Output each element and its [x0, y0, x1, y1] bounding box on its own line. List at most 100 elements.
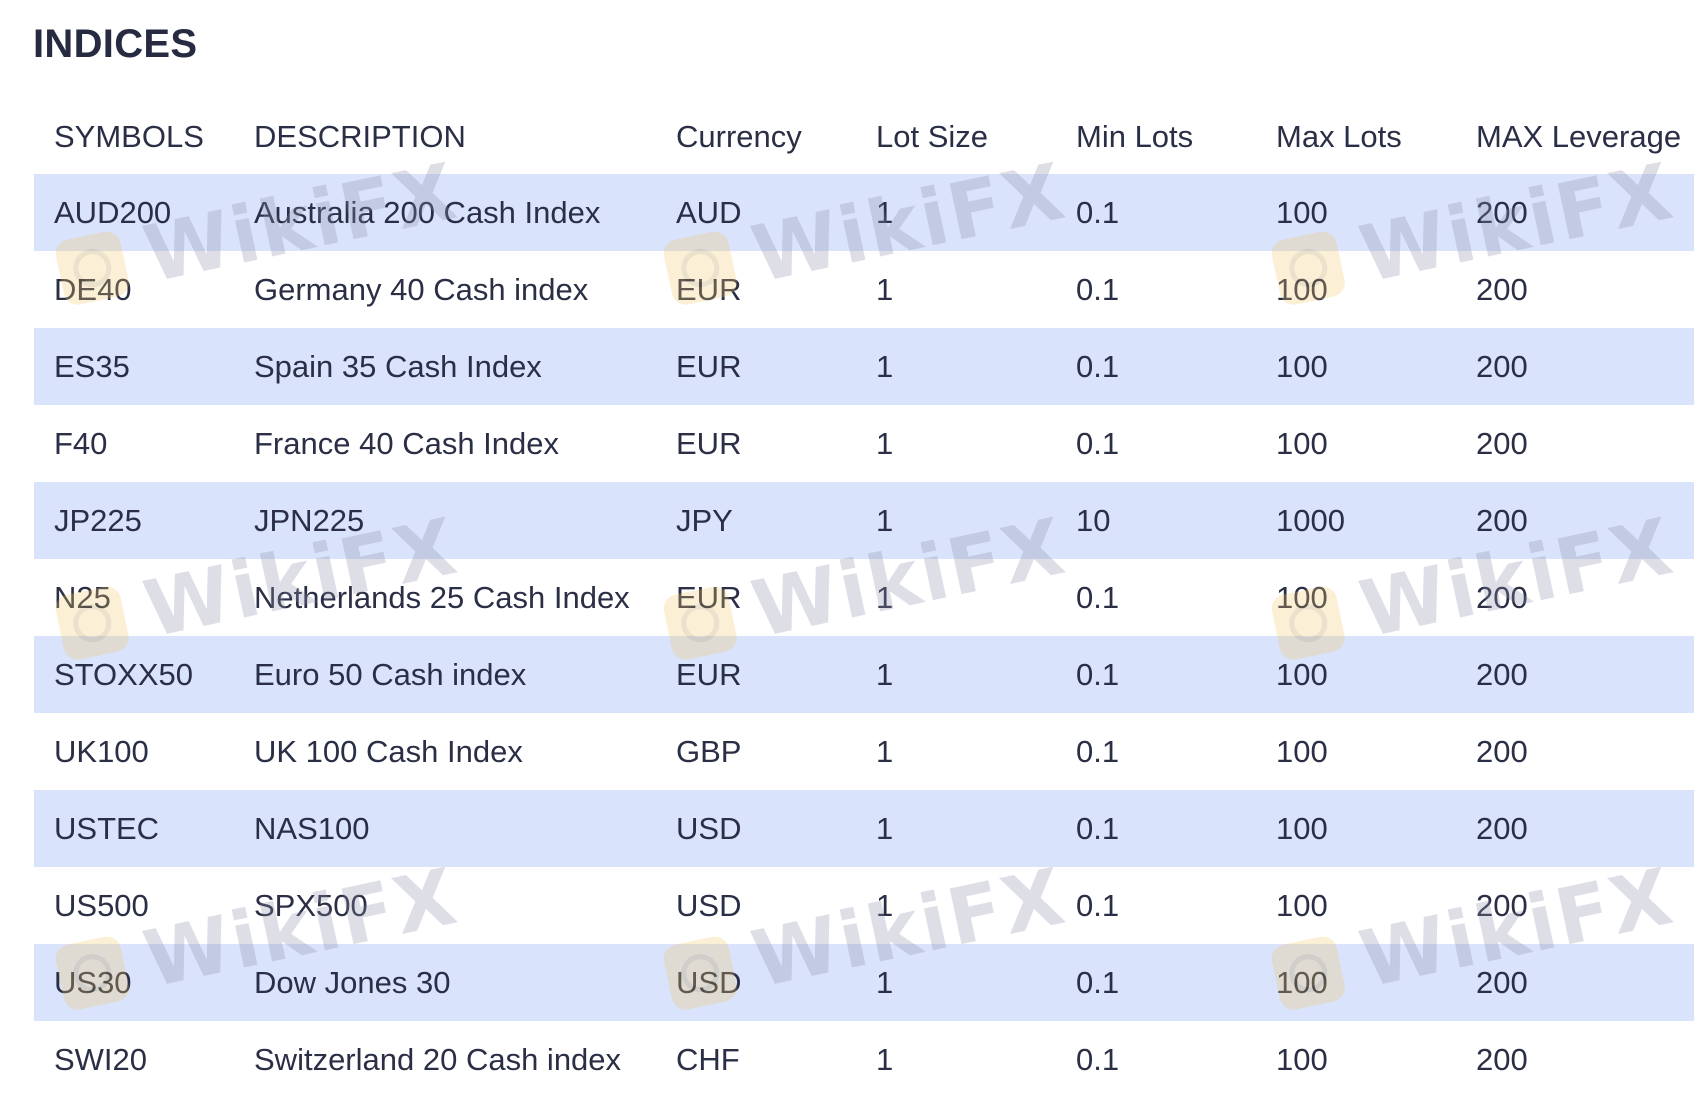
cell-min-lots: 0.1	[1076, 656, 1120, 692]
table-row: UK100 UK 100 Cash Index GBP 1 0.1 100 20…	[34, 713, 1694, 790]
cell-currency: USD	[676, 964, 742, 1000]
cell-description: SPX500	[254, 887, 368, 923]
cell-min-lots: 0.1	[1076, 425, 1120, 461]
cell-symbol: AUD200	[54, 194, 172, 230]
header-min-lots: Min Lots	[1076, 119, 1194, 154]
cell-min-lots: 0.1	[1076, 1041, 1120, 1077]
table-row: US500 SPX500 USD 1 0.1 100 200	[34, 867, 1694, 944]
cell-currency: USD	[676, 810, 742, 846]
cell-lot-size: 1	[876, 733, 894, 769]
cell-symbol: ES35	[54, 348, 130, 384]
cell-description: France 40 Cash Index	[254, 425, 560, 461]
table-row: US30 Dow Jones 30 USD 1 0.1 100 200	[34, 944, 1694, 1021]
cell-currency: AUD	[676, 194, 742, 230]
cell-max-lots: 100	[1276, 348, 1328, 384]
cell-symbol: US30	[54, 964, 132, 1000]
cell-symbol: USTEC	[54, 810, 160, 846]
cell-description: NAS100	[254, 810, 370, 846]
cell-max-lots: 100	[1276, 425, 1328, 461]
cell-max-leverage: 200	[1476, 887, 1528, 923]
indices-table: SYMBOLS DESCRIPTION Currency Lot Size Mi…	[34, 100, 1694, 1098]
cell-description: Euro 50 Cash index	[254, 656, 527, 692]
cell-currency: EUR	[676, 579, 742, 615]
table-row: SWI20 Switzerland 20 Cash index CHF 1 0.…	[34, 1021, 1694, 1098]
cell-min-lots: 0.1	[1076, 348, 1120, 384]
table-row: JP225 JPN225 JPY 1 10 1000 200	[34, 482, 1694, 559]
cell-currency: GBP	[676, 733, 742, 769]
table-row: USTEC NAS100 USD 1 0.1 100 200	[34, 790, 1694, 867]
cell-max-leverage: 200	[1476, 810, 1528, 846]
cell-currency: JPY	[676, 502, 733, 538]
table-row: F40 France 40 Cash Index EUR 1 0.1 100 2…	[34, 405, 1694, 482]
cell-symbol: SWI20	[54, 1041, 148, 1077]
header-description: DESCRIPTION	[254, 119, 466, 154]
cell-min-lots: 0.1	[1076, 194, 1120, 230]
cell-max-leverage: 200	[1476, 579, 1528, 615]
cell-description: Australia 200 Cash Index	[254, 194, 601, 230]
cell-currency: EUR	[676, 656, 742, 692]
cell-symbol: STOXX50	[54, 656, 194, 692]
cell-max-leverage: 200	[1476, 425, 1528, 461]
cell-symbol: US500	[54, 887, 149, 923]
cell-currency: EUR	[676, 271, 742, 307]
cell-description: UK 100 Cash Index	[254, 733, 523, 769]
table-header-row: SYMBOLS DESCRIPTION Currency Lot Size Mi…	[34, 100, 1694, 174]
cell-max-leverage: 200	[1476, 502, 1528, 538]
cell-description: Spain 35 Cash Index	[254, 348, 542, 384]
cell-max-lots: 100	[1276, 194, 1328, 230]
cell-currency: CHF	[676, 1041, 740, 1077]
cell-min-lots: 10	[1076, 502, 1111, 538]
cell-min-lots: 0.1	[1076, 964, 1120, 1000]
cell-currency: USD	[676, 887, 742, 923]
header-max-leverage: MAX Leverage	[1476, 119, 1682, 154]
page: INDICES SYMBOLS DESCRIPTION Currency Lot…	[0, 0, 1694, 1096]
cell-description: Netherlands 25 Cash Index	[254, 579, 630, 615]
cell-max-leverage: 200	[1476, 271, 1528, 307]
cell-description: Germany 40 Cash index	[254, 271, 589, 307]
cell-max-lots: 100	[1276, 733, 1328, 769]
cell-max-lots: 100	[1276, 271, 1328, 307]
cell-lot-size: 1	[876, 271, 894, 307]
cell-min-lots: 0.1	[1076, 887, 1120, 923]
cell-currency: EUR	[676, 425, 742, 461]
cell-currency: EUR	[676, 348, 742, 384]
cell-lot-size: 1	[876, 502, 894, 538]
cell-symbol: F40	[54, 425, 108, 461]
cell-max-lots: 1000	[1276, 502, 1345, 538]
table-row: STOXX50 Euro 50 Cash index EUR 1 0.1 100…	[34, 636, 1694, 713]
header-max-lots: Max Lots	[1276, 119, 1402, 154]
cell-symbol: JP225	[54, 502, 142, 538]
cell-lot-size: 1	[876, 579, 894, 615]
header-currency: Currency	[676, 119, 802, 154]
cell-max-lots: 100	[1276, 1041, 1328, 1077]
cell-max-lots: 100	[1276, 887, 1328, 923]
cell-max-leverage: 200	[1476, 348, 1528, 384]
cell-max-lots: 100	[1276, 656, 1328, 692]
cell-symbol: UK100	[54, 733, 149, 769]
cell-max-lots: 100	[1276, 810, 1328, 846]
cell-max-leverage: 200	[1476, 656, 1528, 692]
cell-min-lots: 0.1	[1076, 810, 1120, 846]
table-row: AUD200 Australia 200 Cash Index AUD 1 0.…	[34, 174, 1694, 251]
cell-max-leverage: 200	[1476, 964, 1528, 1000]
cell-lot-size: 1	[876, 194, 894, 230]
cell-lot-size: 1	[876, 656, 894, 692]
table-row: N25 Netherlands 25 Cash Index EUR 1 0.1 …	[34, 559, 1694, 636]
cell-max-leverage: 200	[1476, 194, 1528, 230]
table-row: ES35 Spain 35 Cash Index EUR 1 0.1 100 2…	[34, 328, 1694, 405]
cell-lot-size: 1	[876, 964, 894, 1000]
cell-lot-size: 1	[876, 887, 894, 923]
cell-description: JPN225	[254, 502, 365, 538]
page-title: INDICES	[33, 22, 198, 66]
cell-min-lots: 0.1	[1076, 271, 1120, 307]
header-symbols: SYMBOLS	[54, 119, 204, 154]
header-lot-size: Lot Size	[876, 119, 989, 154]
cell-min-lots: 0.1	[1076, 733, 1120, 769]
cell-max-leverage: 200	[1476, 1041, 1528, 1077]
cell-description: Dow Jones 30	[254, 964, 451, 1000]
cell-max-leverage: 200	[1476, 733, 1528, 769]
cell-max-lots: 100	[1276, 964, 1328, 1000]
cell-max-lots: 100	[1276, 579, 1328, 615]
cell-lot-size: 1	[876, 425, 894, 461]
cell-lot-size: 1	[876, 348, 894, 384]
